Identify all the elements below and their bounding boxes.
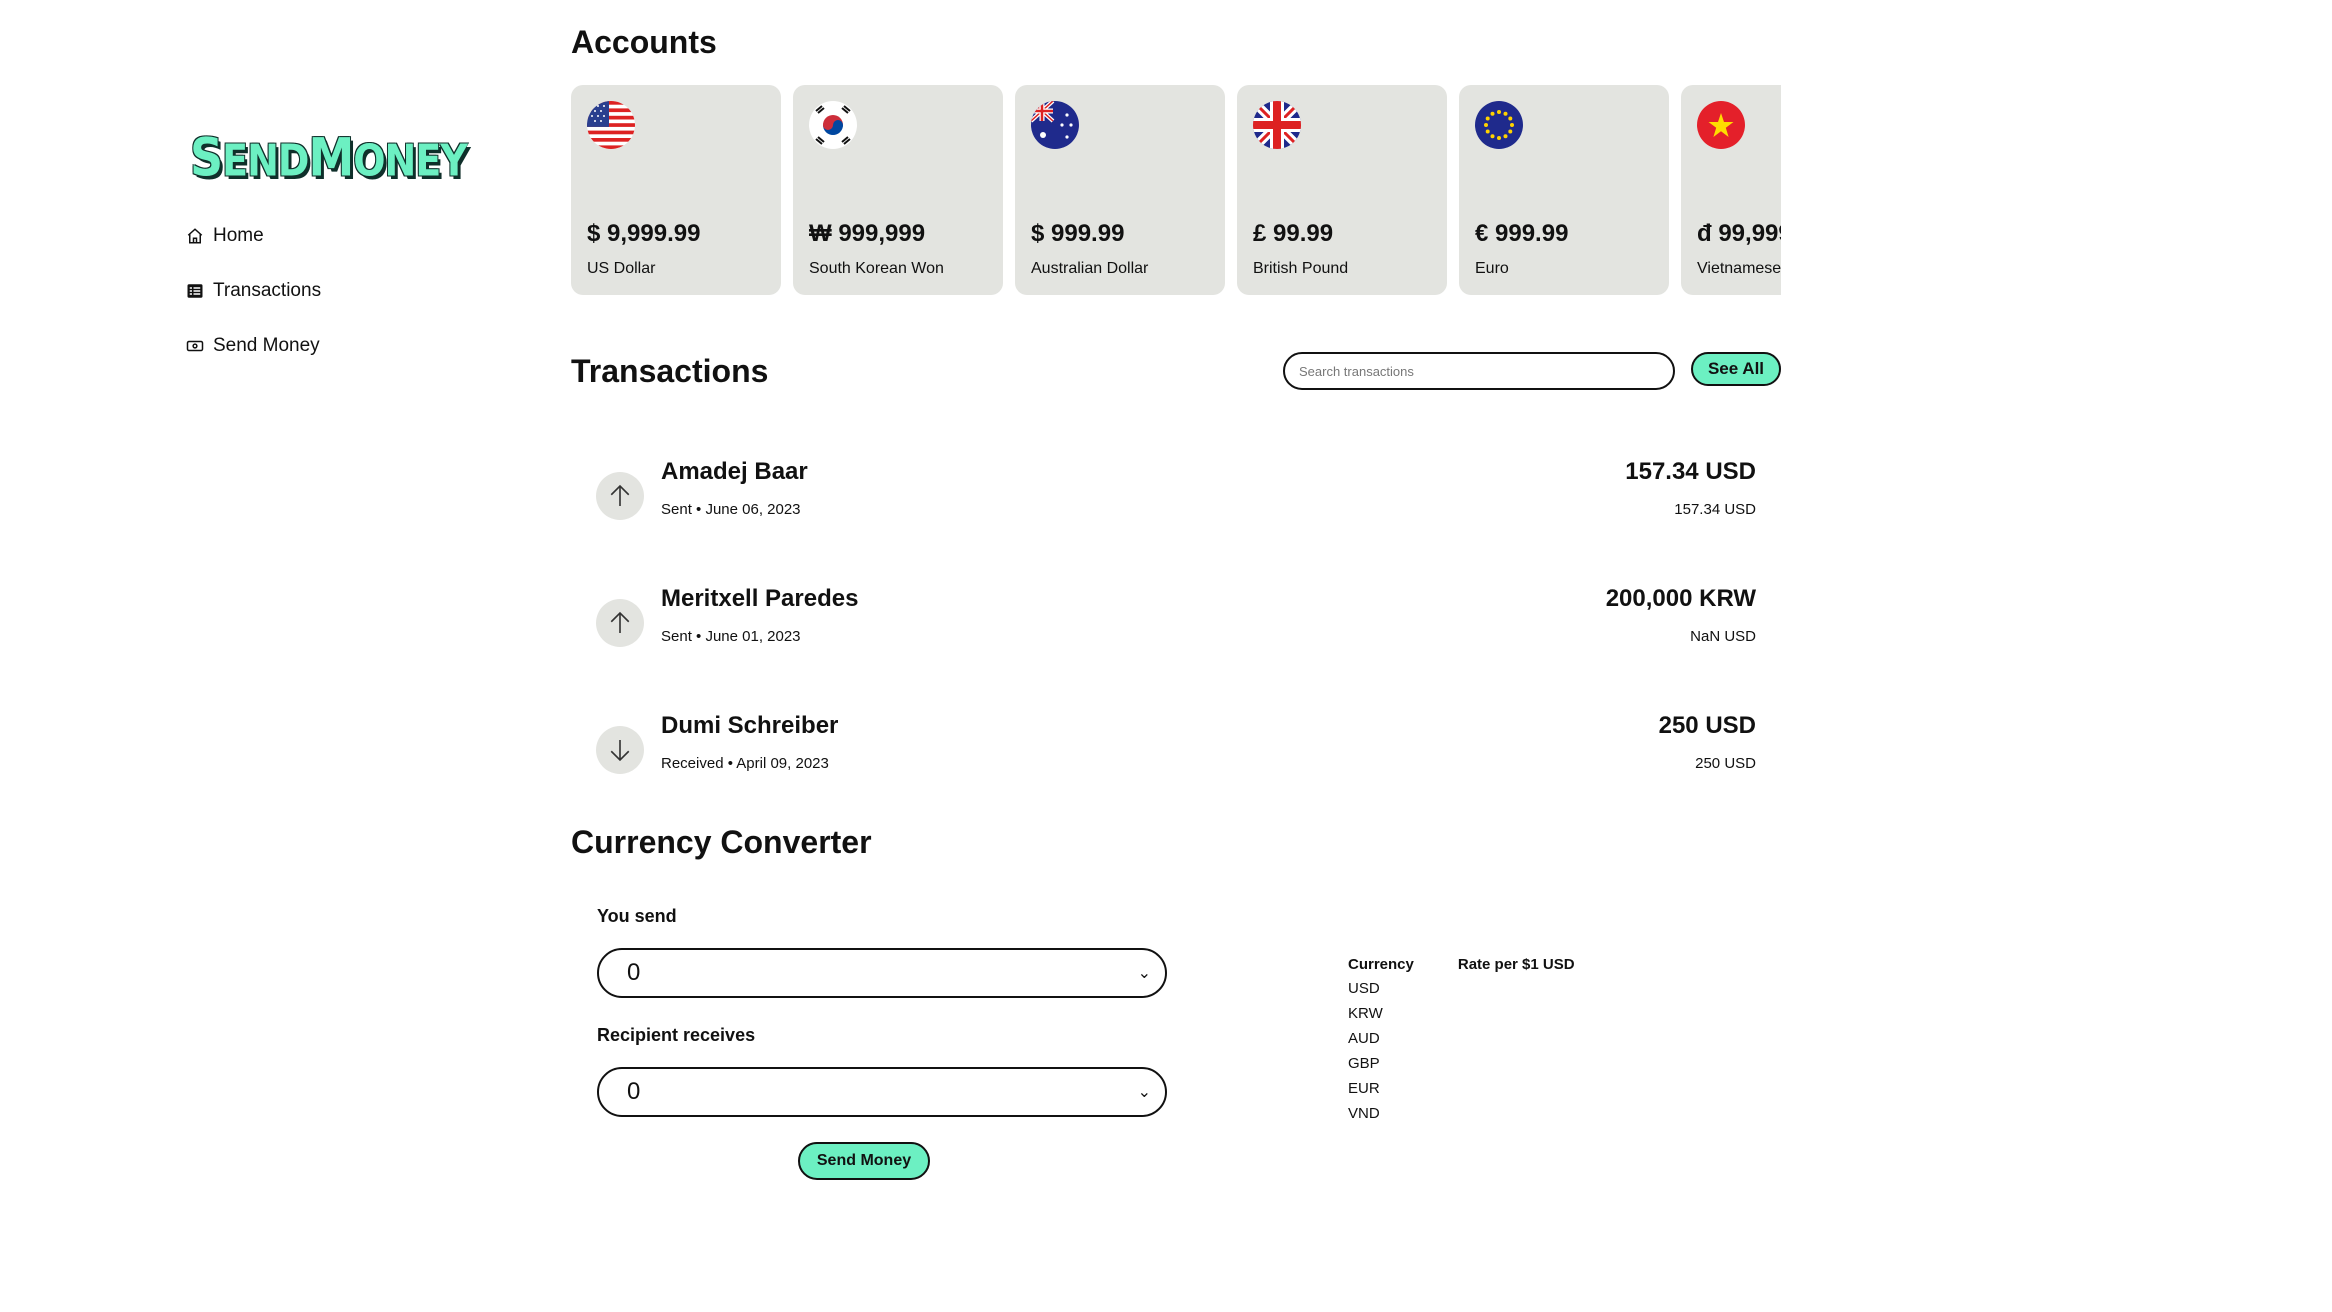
eu-flag-icon xyxy=(1475,101,1523,149)
rate-currency: EUR xyxy=(1348,1079,1380,1097)
rates-row: AUD xyxy=(1348,1029,1619,1054)
account-currency-name: Euro xyxy=(1475,260,1509,277)
see-all-button[interactable]: See All xyxy=(1691,352,1781,386)
nav-item-send-money[interactable]: Send Money xyxy=(186,332,321,360)
rate-currency: KRW xyxy=(1348,1004,1383,1022)
transaction-amount: 157.34 USD xyxy=(1625,458,1756,485)
transaction-amount: 200,000 KRW xyxy=(1605,585,1756,612)
account-balance: € 999.99 xyxy=(1475,220,1569,247)
sent-arrow-icon xyxy=(596,472,644,520)
sidebar-nav: Home Transactions Send Money xyxy=(186,222,321,387)
rates-header-row: Currency Rate per $1 USD xyxy=(1348,956,1619,979)
accounts-title: Accounts xyxy=(571,24,717,60)
vn-flag-icon xyxy=(1697,101,1745,149)
account-card-vnd[interactable]: đ 99,999 Vietnamese Dong xyxy=(1681,85,1781,295)
account-currency-name: South Korean Won xyxy=(809,260,944,277)
send-money-button[interactable]: Send Money xyxy=(798,1142,930,1180)
list-icon xyxy=(187,284,203,298)
app-logo[interactable]: SENDMONEY xyxy=(190,126,468,189)
you-send-select[interactable]: 0 ⌄ xyxy=(597,948,1167,998)
account-currency-name: British Pound xyxy=(1253,260,1349,277)
account-card-eur[interactable]: € 999.99 Euro xyxy=(1459,85,1669,295)
rate-currency: USD xyxy=(1348,979,1380,997)
sent-arrow-icon xyxy=(596,599,644,647)
transaction-meta: Sent • June 06, 2023 xyxy=(661,501,801,518)
search-transactions-input[interactable] xyxy=(1283,352,1675,390)
account-balance: $ 9,999.99 xyxy=(587,220,701,247)
you-send-label: You send xyxy=(597,906,677,926)
kr-flag-icon xyxy=(809,101,857,149)
recipient-receives-label: Recipient receives xyxy=(597,1025,756,1045)
rates-row: GBP xyxy=(1348,1054,1619,1079)
nav-item-home[interactable]: Home xyxy=(186,222,321,250)
rate-currency: AUD xyxy=(1348,1029,1380,1047)
logo-m: M xyxy=(308,126,354,189)
rates-header-currency: Currency xyxy=(1348,956,1414,973)
rate-currency: VND xyxy=(1348,1104,1380,1122)
nav-label-transactions: Transactions xyxy=(213,280,322,301)
rate-currency: GBP xyxy=(1348,1054,1380,1072)
nav-label-send-money: Send Money xyxy=(213,335,320,356)
account-card-aud[interactable]: $ 999.99 Australian Dollar xyxy=(1015,85,1225,295)
account-balance: ₩ 999,999 xyxy=(809,220,926,247)
transaction-usd-amount: 250 USD xyxy=(1695,755,1756,772)
recipient-receives-value: 0 xyxy=(627,1078,641,1105)
rates-row: EUR xyxy=(1348,1079,1619,1104)
transaction-usd-amount: 157.34 USD xyxy=(1674,501,1756,518)
logo-s: S xyxy=(190,126,223,189)
rates-row: USD xyxy=(1348,979,1619,1004)
account-card-usd[interactable]: $ 9,999.99 US Dollar xyxy=(571,85,781,295)
transaction-row[interactable]: Dumi Schreiber Received • April 09, 2023… xyxy=(596,712,1756,792)
account-card-krw[interactable]: ₩ 999,999 South Korean Won xyxy=(793,85,1003,295)
transaction-usd-amount: NaN USD xyxy=(1690,628,1756,645)
account-balance: £ 99.99 xyxy=(1253,220,1334,247)
au-flag-icon xyxy=(1031,101,1079,149)
account-balance: đ 99,999 xyxy=(1697,220,1781,247)
us-flag-icon xyxy=(587,101,635,149)
recipient-receives-select[interactable]: 0 ⌄ xyxy=(597,1067,1167,1117)
received-arrow-icon xyxy=(596,726,644,774)
transaction-meta: Sent • June 01, 2023 xyxy=(661,628,801,645)
home-icon xyxy=(187,228,203,244)
cash-icon xyxy=(186,340,204,352)
converter-title: Currency Converter xyxy=(571,824,872,860)
account-currency-name: Vietnamese Dong xyxy=(1697,260,1781,277)
account-currency-name: Australian Dollar xyxy=(1031,260,1149,277)
transactions-title: Transactions xyxy=(571,353,769,389)
nav-item-transactions[interactable]: Transactions xyxy=(186,277,321,305)
logo-end: END xyxy=(222,135,309,186)
you-send-value: 0 xyxy=(627,959,641,986)
rates-row: KRW xyxy=(1348,1004,1619,1029)
rates-header-rate: Rate per $1 USD xyxy=(1457,956,1575,973)
gb-flag-icon xyxy=(1253,101,1301,149)
transaction-name: Meritxell Paredes xyxy=(661,585,859,612)
transaction-meta: Received • April 09, 2023 xyxy=(661,755,829,772)
rates-row: VND xyxy=(1348,1104,1619,1129)
transaction-row[interactable]: Meritxell Paredes Sent • June 01, 2023 2… xyxy=(596,585,1756,665)
account-balance: $ 999.99 xyxy=(1031,220,1125,247)
transaction-amount: 250 USD xyxy=(1658,712,1756,739)
chevron-down-icon: ⌄ xyxy=(1137,1084,1151,1101)
nav-label-home: Home xyxy=(213,225,264,246)
rates-table: Currency Rate per $1 USD USD KRW AUD GBP… xyxy=(1348,956,1619,1129)
transaction-row[interactable]: Amadej Baar Sent • June 06, 2023 157.34 … xyxy=(596,458,1756,538)
transaction-name: Dumi Schreiber xyxy=(661,712,839,739)
logo-oney: ONEY xyxy=(353,135,468,186)
accounts-carousel[interactable]: $ 9,999.99 US Dollar ₩ 999,999 South Kor… xyxy=(571,85,1781,295)
transaction-name: Amadej Baar xyxy=(661,458,808,485)
chevron-down-icon: ⌄ xyxy=(1137,965,1151,982)
account-card-gbp[interactable]: £ 99.99 British Pound xyxy=(1237,85,1447,295)
account-currency-name: US Dollar xyxy=(587,260,656,277)
